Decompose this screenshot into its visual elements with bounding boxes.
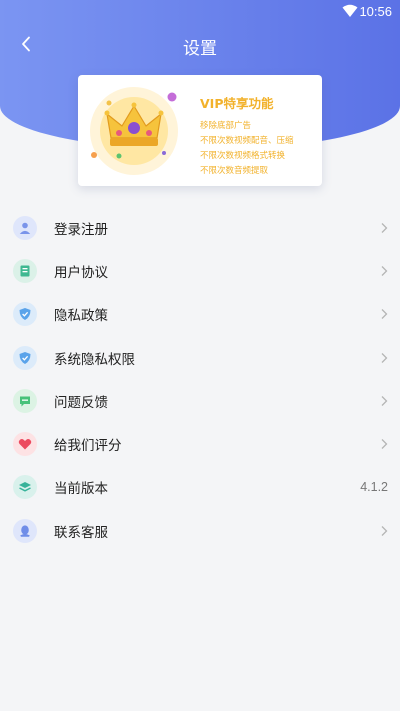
menu-item-rate-us[interactable]: 给我们评分 (0, 422, 400, 465)
status-time: 10:56 (359, 4, 392, 19)
menu-item-privacy-policy[interactable]: 隐私政策 (0, 293, 400, 336)
menu-label: 给我们评分 (54, 438, 122, 455)
menu-label: 登录注册 (54, 221, 108, 238)
chevron-right-icon (381, 439, 388, 450)
menu-item-current-version: 当前版本 4.1.2 (0, 466, 400, 509)
layers-icon (13, 475, 37, 500)
vip-feature: 不限次数视频格式转换 (200, 151, 286, 161)
document-icon (13, 258, 37, 283)
vip-feature-list: 移除底部广告 不限次数视频配音、压缩 不限次数视频格式转换 不限次数音频提取 (200, 119, 294, 179)
version-value: 4.1.2 (360, 480, 388, 495)
menu-label: 隐私政策 (54, 308, 108, 325)
crown-icon (84, 81, 184, 181)
menu-label: 问题反馈 (54, 394, 108, 411)
vip-feature: 不限次数音频提取 (200, 166, 269, 176)
menu-item-login-register[interactable]: 登录注册 (0, 206, 400, 249)
chevron-right-icon (381, 222, 388, 233)
nav-bar: 设置 (0, 28, 400, 62)
chevron-right-icon (381, 265, 388, 276)
status-bar: 10:56 (0, 0, 400, 24)
chevron-right-icon (381, 352, 388, 363)
vip-feature: 移除底部广告 (200, 121, 252, 131)
qq-icon (13, 518, 37, 543)
vip-title: VIP特享功能 (200, 96, 274, 111)
heart-icon (13, 432, 37, 457)
user-icon (13, 215, 37, 240)
vip-feature: 不限次数视频配音、压缩 (200, 136, 294, 146)
menu-item-contact-support[interactable]: 联系客服 (0, 509, 400, 552)
shield-icon (13, 345, 37, 370)
wifi-icon (342, 4, 358, 17)
chevron-right-icon (381, 525, 388, 536)
menu-label: 用户协议 (54, 264, 108, 281)
chevron-right-icon (381, 309, 388, 320)
vip-card[interactable]: VIP特享功能 移除底部广告 不限次数视频配音、压缩 不限次数视频格式转换 不限… (78, 75, 322, 186)
menu-label: 系统隐私权限 (54, 351, 135, 368)
settings-menu: 登录注册 用户协议 隐私政策 系统隐私权限 问题反馈 给我们评分 当前版本 4.… (0, 206, 400, 552)
menu-item-user-agreement[interactable]: 用户协议 (0, 249, 400, 292)
menu-label: 联系客服 (54, 524, 108, 541)
chevron-right-icon (381, 395, 388, 406)
message-icon (13, 388, 37, 413)
shield-icon (13, 302, 37, 327)
menu-label: 当前版本 (54, 481, 108, 498)
page-title: 设置 (183, 39, 217, 59)
menu-item-feedback[interactable]: 问题反馈 (0, 379, 400, 422)
menu-item-system-permissions[interactable]: 系统隐私权限 (0, 336, 400, 379)
